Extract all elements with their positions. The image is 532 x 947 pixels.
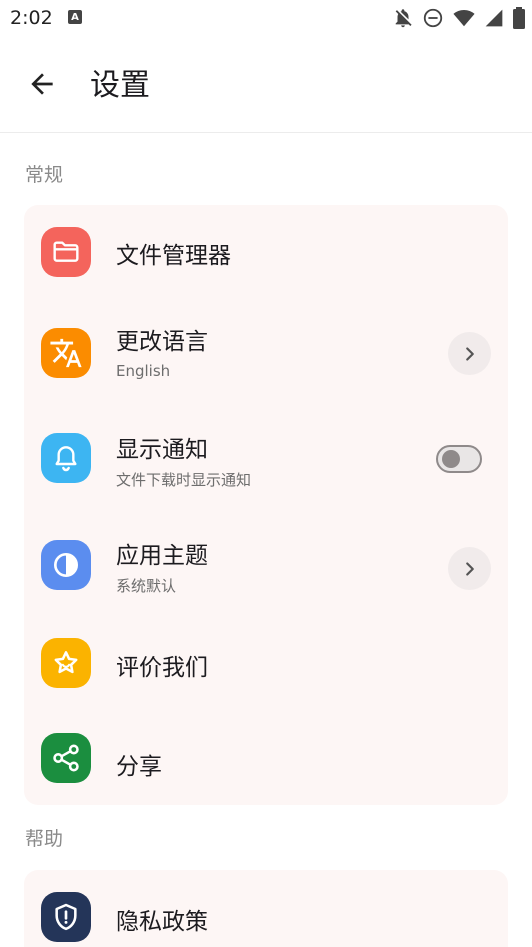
setting-subtitle: English xyxy=(116,362,171,380)
help-settings-card: 隐私政策 xyxy=(24,870,508,947)
notifications-switch[interactable] xyxy=(436,445,482,473)
share-icon xyxy=(41,733,91,783)
notifications-off-icon xyxy=(395,9,412,28)
setting-title: 隐私政策 xyxy=(116,909,208,935)
section-header-help: 帮助 xyxy=(25,828,64,850)
chevron-right-icon xyxy=(465,346,474,361)
battery-icon xyxy=(513,7,525,29)
switch-knob xyxy=(442,450,460,468)
page-title: 设置 xyxy=(90,68,150,103)
setting-title: 文件管理器 xyxy=(116,243,231,269)
shield-icon xyxy=(41,892,91,942)
setting-share[interactable]: 分享 xyxy=(24,714,508,805)
folder-icon xyxy=(41,227,91,277)
setting-title: 应用主题 xyxy=(116,543,208,569)
chevron-right-icon xyxy=(465,561,474,576)
status-bar: 2:02 A xyxy=(0,0,532,38)
bell-icon xyxy=(41,433,91,483)
setting-show-notifications[interactable]: 显示通知 文件下载时显示通知 xyxy=(24,408,508,512)
arrow-back-icon xyxy=(31,73,53,95)
theme-chevron-button[interactable] xyxy=(448,547,491,590)
do-not-disturb-icon xyxy=(423,8,443,28)
section-header-general: 常规 xyxy=(25,164,64,186)
setting-file-manager[interactable]: 文件管理器 xyxy=(24,205,508,300)
translate-icon xyxy=(41,328,91,378)
status-time: 2:02 xyxy=(10,7,53,29)
theme-icon xyxy=(41,540,91,590)
status-icons xyxy=(392,6,526,30)
app-notification-icon: A xyxy=(68,10,82,24)
setting-subtitle: 系统默认 xyxy=(116,577,177,595)
setting-change-language[interactable]: 更改语言 English xyxy=(24,300,508,408)
setting-title: 显示通知 xyxy=(116,437,208,463)
language-chevron-button[interactable] xyxy=(448,332,491,375)
setting-subtitle: 文件下载时显示通知 xyxy=(116,471,252,489)
setting-title: 分享 xyxy=(116,754,162,780)
setting-app-theme[interactable]: 应用主题 系统默认 xyxy=(24,512,508,622)
setting-title: 更改语言 xyxy=(116,329,208,355)
setting-title: 评价我们 xyxy=(116,655,208,681)
general-settings-card: 文件管理器 更改语言 English 显示通知 文件下载时显示通知 应用主题 系… xyxy=(24,205,508,805)
app-bar: 设置 xyxy=(0,38,532,133)
back-button[interactable] xyxy=(20,62,64,106)
star-icon xyxy=(41,638,91,688)
signal-icon xyxy=(485,9,503,27)
wifi-icon xyxy=(453,10,475,27)
setting-rate-us[interactable]: 评价我们 xyxy=(24,622,508,714)
setting-privacy-policy[interactable]: 隐私政策 xyxy=(24,870,508,947)
